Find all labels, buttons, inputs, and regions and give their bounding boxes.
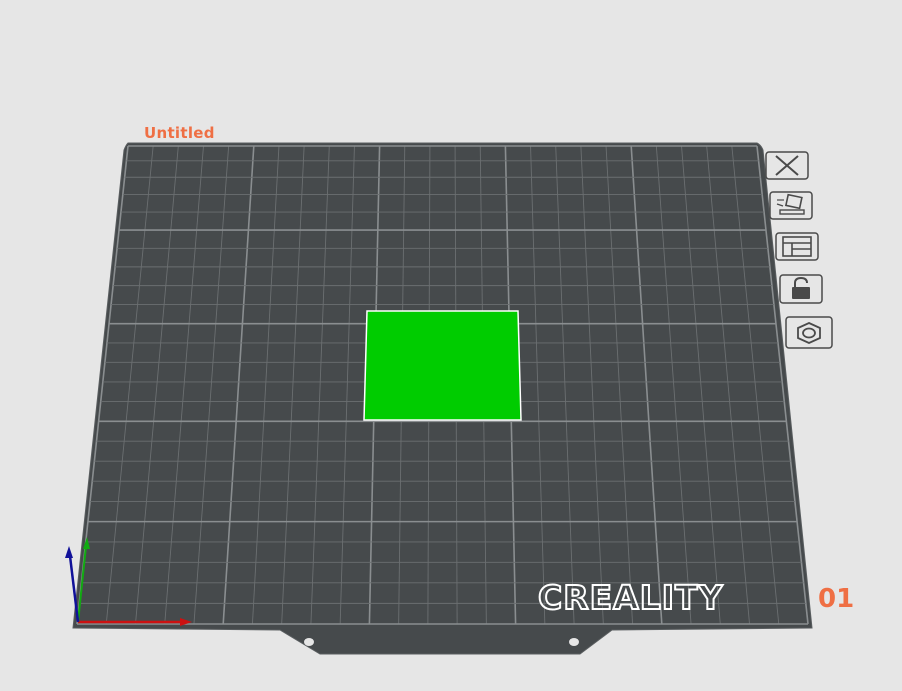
lock-plate-button[interactable] bbox=[779, 274, 823, 304]
plate-settings-button[interactable] bbox=[785, 316, 833, 349]
plate-number-label[interactable]: 01 bbox=[818, 584, 854, 614]
z-axis-arrow-icon bbox=[65, 546, 73, 558]
plate-hole-left bbox=[304, 638, 314, 646]
delete-plate-button[interactable] bbox=[765, 151, 809, 180]
3d-viewport[interactable]: CREALITY Untitled 01 bbox=[0, 0, 902, 691]
brand-logo: CREALITY bbox=[538, 578, 724, 617]
arrange-button[interactable] bbox=[775, 232, 819, 261]
model-object[interactable] bbox=[363, 310, 522, 421]
plate-name-label[interactable]: Untitled bbox=[144, 124, 215, 142]
build-plate-scene[interactable]: CREALITY bbox=[0, 0, 902, 691]
auto-orient-button[interactable] bbox=[769, 191, 813, 220]
plate-hole-right bbox=[569, 638, 579, 646]
